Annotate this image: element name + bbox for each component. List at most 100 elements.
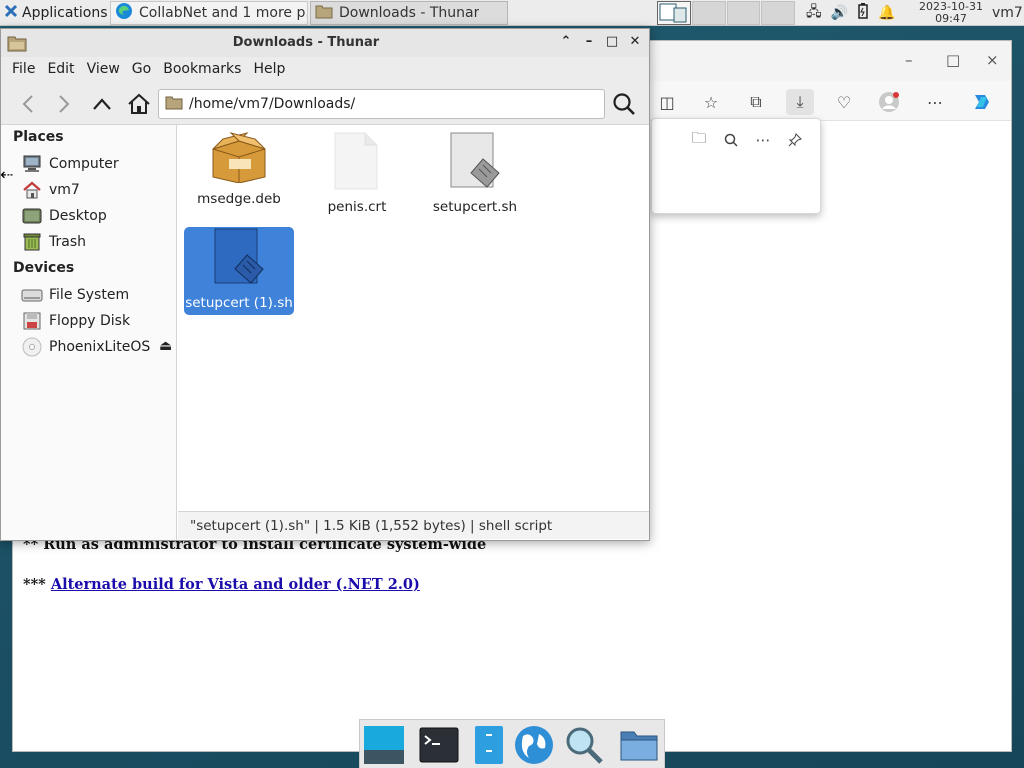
taskbar-item-browser[interactable]: CollabNet and 1 more p... [110,1,308,25]
page-line-prefix: *** [23,576,46,593]
search-icon[interactable] [610,91,638,117]
forward-button[interactable] [51,91,77,117]
workspace-4[interactable] [761,1,795,25]
file-item[interactable]: setupcert.sh [420,131,530,219]
browser-essentials-icon[interactable]: ♡ [830,89,858,115]
sidebar-item-label: Computer [49,156,119,172]
open-folder-icon[interactable]: 🗀 [687,129,711,151]
downloads-icon[interactable]: ⤓ [786,89,814,115]
menu-edit[interactable]: Edit [41,61,80,77]
top-panel: Applications ⋮ CollabNet and 1 more p...… [0,0,1024,26]
minimize-button[interactable]: – [581,34,597,49]
file-name: setupcert (1).sh [185,295,293,311]
split-screen-icon[interactable]: ◫ [653,89,681,115]
home-icon[interactable] [126,91,152,117]
search-icon[interactable] [719,129,743,151]
menu-help[interactable]: Help [247,61,291,77]
menu-bookmarks[interactable]: Bookmarks [157,61,247,77]
menu-file[interactable]: File [6,61,41,77]
downloads-flyout: 🗀 ⋯ [651,118,821,214]
workspace-3[interactable] [726,1,761,25]
clock-time: 09:47 [935,12,967,25]
sidebar-item-computer[interactable]: Computer [21,153,171,175]
clock[interactable]: 2023-10-31 09:47 [912,0,990,26]
workspace-1[interactable] [657,1,691,25]
page-line-alternate: *** Alternate build for Vista and older … [23,576,486,616]
folder-icon[interactable] [618,724,660,766]
applications-menu[interactable]: Applications ⋮ [0,0,123,26]
favorites-icon[interactable]: ☆ [697,89,725,115]
mouse-cursor-icon: ⇠ [0,165,14,184]
more-icon[interactable]: ⋯ [751,129,775,151]
file-item[interactable]: penis.crt [302,131,412,219]
file-name: penis.crt [327,199,387,215]
taskbar-item-thunar[interactable]: Downloads - Thunar [310,1,508,25]
user-menu[interactable]: vm7 [992,0,1024,26]
file-name: msedge.deb [197,191,281,207]
menubar: File Edit View Go Bookmarks Help [1,57,649,81]
folder-icon [165,95,183,114]
network-icon[interactable]: 🖧 [806,1,822,25]
parent-folder-button[interactable] [89,91,115,117]
close-button[interactable]: ✕ [627,34,643,49]
file-item[interactable]: msedge.deb [184,131,294,219]
shell-script-icon [207,227,271,291]
workspace-2[interactable] [691,1,726,25]
location-bar[interactable]: /home/vm7/Downloads/ [158,89,605,119]
alternate-build-link[interactable]: Alternate build for Vista and older (.NE… [51,576,420,593]
notification-bell-icon[interactable]: 🔔 [878,5,895,21]
sidebar-item-file-system[interactable]: File System [21,284,171,306]
blank-document-icon [325,131,389,195]
shade-button[interactable]: ⌃ [558,34,574,49]
page-content: ** Run as administrator to install certi… [23,536,486,616]
file-name: setupcert.sh [432,199,518,215]
sidebar-item-vm7[interactable]: vm7 [21,179,171,201]
browser-minimize-button[interactable]: – [905,51,913,69]
menu-go[interactable]: Go [126,61,157,77]
sidebar-item-label: Trash [49,234,86,250]
profile-avatar-icon[interactable] [875,89,903,115]
file-view: msedge.deb penis.crt setupcert.sh setupc… [178,125,649,540]
show-desktop-icon[interactable] [363,724,405,766]
package-icon [207,131,271,187]
thunar-titlebar[interactable]: Downloads - Thunar ⌃ – □ ✕ [1,29,649,57]
web-browser-icon[interactable] [513,724,555,766]
terminal-icon[interactable] [418,724,460,766]
taskbar-item-label: Downloads - Thunar [339,5,480,21]
taskbar-item-label: CollabNet and 1 more p... [139,5,307,21]
floppy-disk-icon [21,312,43,330]
collections-icon[interactable]: ⧉ [742,89,770,115]
battery-icon[interactable] [857,3,869,23]
page-line-admin: ** Run as administrator to install certi… [23,536,487,553]
xfce-logo-icon [4,4,18,22]
status-bar: "setupcert (1).sh" | 1.5 KiB (1,552 byte… [178,511,649,539]
menu-view[interactable]: View [81,61,126,77]
volume-icon[interactable]: 🔊 [831,5,848,21]
sidebar-item-label: File System [49,287,130,303]
pin-icon[interactable] [783,129,807,151]
thunar-window: Downloads - Thunar ⌃ – □ ✕ File Edit Vie… [0,28,650,541]
back-button[interactable] [15,91,41,117]
sidebar-item-floppy-disk[interactable]: Floppy Disk [21,310,171,332]
edge-browser-icon [115,2,133,24]
hard-drive-icon [21,286,43,304]
shell-script-icon [443,131,507,195]
sidebar-item-trash[interactable]: Trash [21,231,171,253]
file-item-selected[interactable]: setupcert (1).sh [184,227,294,315]
copilot-icon[interactable] [968,89,996,115]
sidebar-item-phoenixliteos[interactable]: PhoenixLiteOS [21,336,176,358]
eject-icon[interactable]: ⏏ [159,338,172,354]
places-header: Places [13,129,64,145]
toolbar: /home/vm7/Downloads/ [1,81,649,125]
computer-icon [21,155,43,173]
sidebar-item-label: Desktop [49,208,107,224]
maximize-button[interactable]: □ [604,34,620,49]
sidebar-item-desktop[interactable]: Desktop [21,205,171,227]
workspace-switcher[interactable] [657,0,796,26]
more-options-icon[interactable]: ⋯ [921,89,949,115]
browser-close-button[interactable]: × [986,51,999,69]
sidebar-item-label: PhoenixLiteOS [49,339,151,355]
file-manager-icon[interactable] [468,724,510,766]
browser-maximize-button[interactable]: □ [946,51,960,69]
search-files-icon[interactable] [563,724,605,766]
